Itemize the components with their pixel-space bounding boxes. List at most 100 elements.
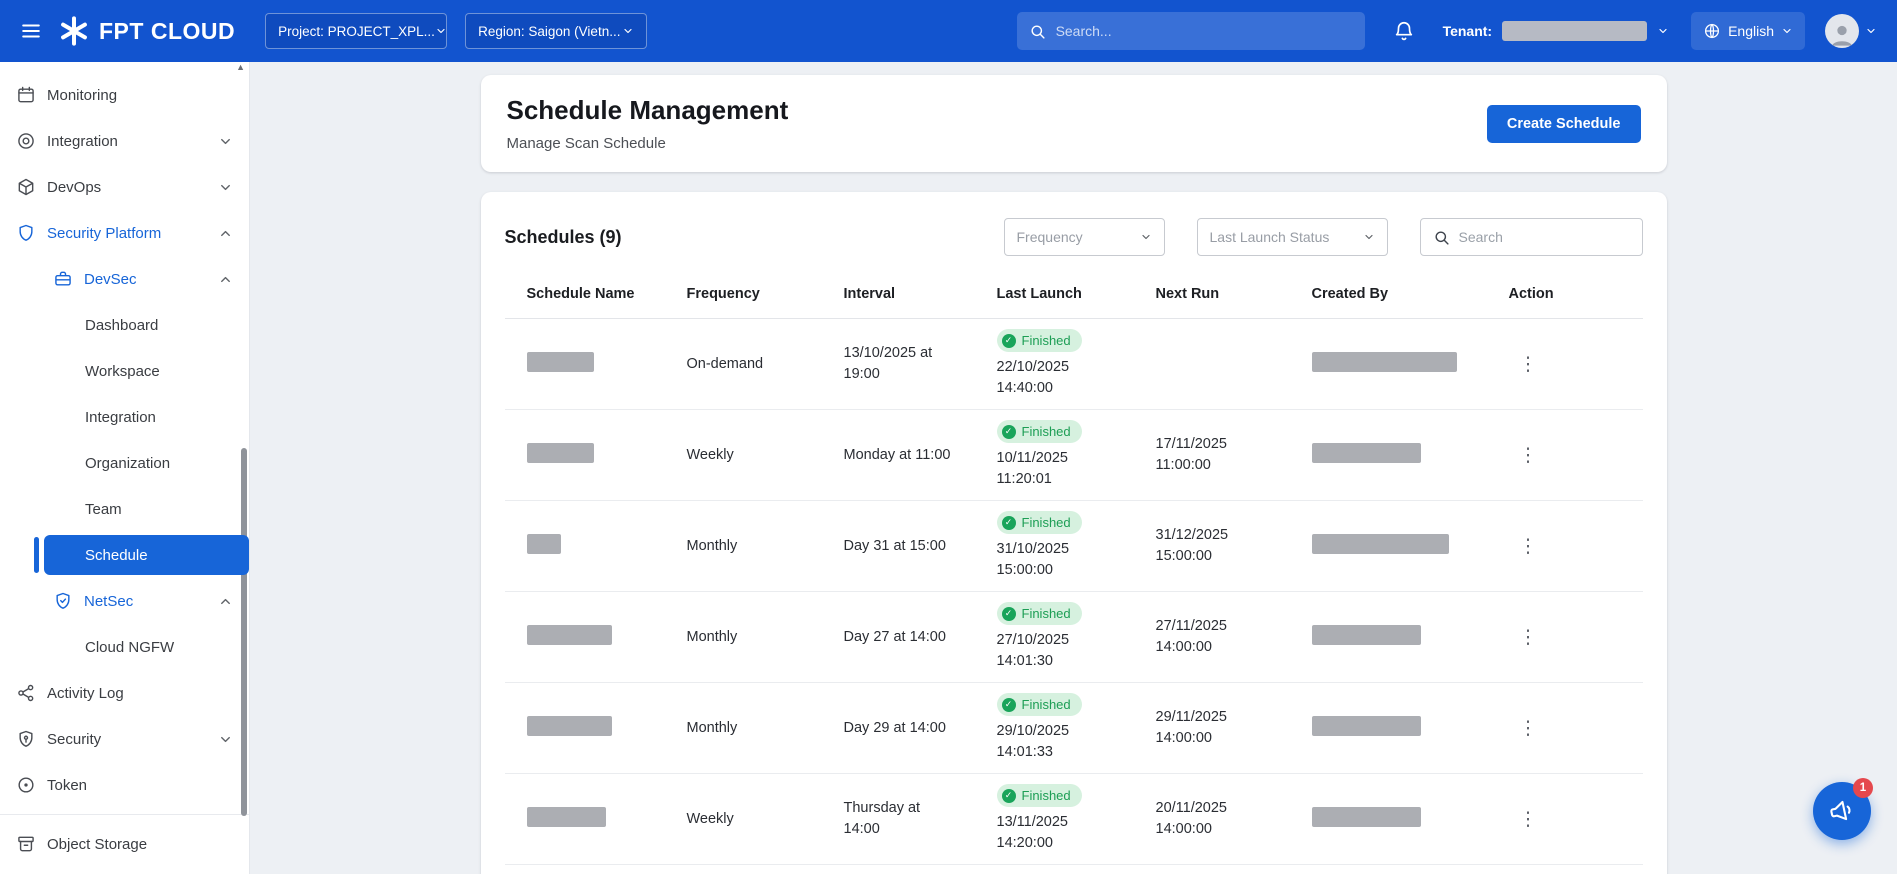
language-label: English	[1728, 23, 1774, 39]
schedules-count-title: Schedules (9)	[505, 227, 622, 248]
sidebar-item-label: Integration	[85, 409, 156, 426]
schedule-name-cell	[505, 625, 687, 649]
frequency-cell: Monthly	[687, 629, 844, 645]
user-menu[interactable]	[1825, 14, 1877, 48]
sidebar-item-token[interactable]: Token	[0, 762, 249, 808]
frequency-filter-select[interactable]: Frequency	[1004, 218, 1165, 256]
created-by-cell	[1312, 352, 1509, 376]
sidebar-item-organization[interactable]: Organization	[0, 440, 249, 486]
last-launch-datetime: 29/10/2025 14:01:33	[997, 721, 1097, 763]
announcements-fab[interactable]: 1	[1813, 782, 1871, 840]
project-selector[interactable]: Project: PROJECT_XPL...	[265, 13, 447, 49]
schedule-table-row: On-demand13/10/2025 at 19:00✓Finished22/…	[505, 319, 1643, 410]
sidebar-item-monitoring[interactable]: Monitoring	[0, 72, 249, 118]
row-actions-kebab-icon[interactable]: ⋮	[1509, 624, 1548, 651]
action-cell: ⋮	[1509, 806, 1643, 833]
interval-cell: Day 27 at 14:00	[844, 627, 997, 648]
status-badge-finished: ✓Finished	[997, 602, 1082, 625]
region-selector[interactable]: Region: Saigon (Vietn...	[465, 13, 647, 49]
action-cell: ⋮	[1509, 533, 1643, 560]
next-run-datetime: 31/12/2025 15:00:00	[1156, 525, 1256, 567]
last-launch-cell: ✓Finished 27/10/2025 14:01:30	[997, 592, 1156, 682]
table-search-input[interactable]	[1459, 229, 1630, 245]
schedule-name-redacted	[527, 716, 612, 736]
sidebar-scroll-up-icon[interactable]: ▲	[236, 62, 245, 72]
next-run-cell: 17/11/2025 11:00:00	[1156, 434, 1312, 476]
created-by-redacted	[1312, 443, 1421, 463]
chevron-down-icon	[1781, 25, 1793, 37]
row-actions-kebab-icon[interactable]: ⋮	[1509, 442, 1548, 469]
selected-indicator	[34, 537, 39, 573]
security-icon	[16, 729, 36, 749]
sidebar-item-label: Workspace	[85, 363, 160, 380]
chevron-down-icon	[218, 180, 233, 195]
schedule-name-redacted	[527, 534, 561, 554]
sidebar-item-security[interactable]: Security	[0, 716, 249, 762]
sidebar-item-devsec[interactable]: DevSec	[0, 256, 249, 302]
topbar: FPT CLOUD Project: PROJECT_XPL... Region…	[0, 0, 1897, 62]
sidebar-item-activity-log[interactable]: Activity Log	[0, 670, 249, 716]
sidebar-item-object-storage[interactable]: Object Storage	[0, 821, 249, 867]
next-run-cell: 31/12/2025 15:00:00	[1156, 525, 1312, 567]
sidebar-item-netsec[interactable]: NetSec	[0, 578, 249, 624]
check-circle-icon: ✓	[1002, 516, 1016, 530]
created-by-redacted	[1312, 625, 1421, 645]
megaphone-icon	[1828, 797, 1856, 825]
schedule-table-row: MonthlyDay 31 at 15:00✓Finished31/10/202…	[505, 501, 1643, 592]
last-launch-datetime: 27/10/2025 14:01:30	[997, 630, 1097, 672]
last-launch-status-filter-select[interactable]: Last Launch Status	[1197, 218, 1388, 256]
row-actions-kebab-icon[interactable]: ⋮	[1509, 351, 1548, 378]
sidebar-item-dashboard[interactable]: Dashboard	[0, 302, 249, 348]
globe-icon	[1703, 22, 1721, 40]
sidebar-item-integration[interactable]: Integration	[0, 118, 249, 164]
logo-text: FPT CLOUD	[99, 18, 235, 45]
schedule-table-row: WeeklyThursday at 14:00✓Finished13/11/20…	[505, 774, 1643, 865]
action-cell: ⋮	[1509, 351, 1643, 378]
avatar	[1825, 14, 1859, 48]
chevron-down-icon	[218, 732, 233, 747]
sidebar-item-integration[interactable]: Integration	[0, 394, 249, 440]
notifications-bell-icon[interactable]	[1393, 20, 1415, 42]
schedule-name-cell	[505, 807, 687, 831]
search-icon	[1433, 229, 1450, 246]
table-search[interactable]	[1420, 218, 1643, 256]
netsec-icon	[53, 591, 73, 611]
check-circle-icon: ✓	[1002, 789, 1016, 803]
sidebar-item-security-platform[interactable]: Security Platform	[0, 210, 249, 256]
schedule-name-redacted	[527, 807, 606, 827]
tenant-selector[interactable]: Tenant:	[1443, 21, 1670, 41]
search-icon	[1029, 23, 1046, 40]
schedule-name-redacted	[527, 443, 594, 463]
chevron-down-icon	[1865, 25, 1877, 37]
language-selector[interactable]: English	[1691, 12, 1805, 50]
column-header-next-run: Next Run	[1156, 286, 1312, 302]
check-circle-icon: ✓	[1002, 425, 1016, 439]
sidebar-item-workspace[interactable]: Workspace	[0, 348, 249, 394]
create-schedule-button[interactable]: Create Schedule	[1487, 105, 1641, 143]
security-platform-icon	[16, 223, 36, 243]
chevron-down-icon	[1363, 231, 1375, 243]
sidebar-nav: ▲ MonitoringIntegrationDevOpsSecurity Pl…	[0, 62, 250, 874]
schedule-name-cell	[505, 534, 687, 558]
sidebar-item-devops[interactable]: DevOps	[0, 164, 249, 210]
sidebar-item-label: Object Storage	[47, 836, 147, 853]
global-search[interactable]	[1017, 12, 1365, 50]
activity-log-icon	[16, 683, 36, 703]
table-body: On-demand13/10/2025 at 19:00✓Finished22/…	[505, 319, 1643, 874]
frequency-cell: Monthly	[687, 720, 844, 736]
sidebar-item-label: Token	[47, 777, 87, 794]
chevron-up-icon	[218, 226, 233, 241]
menu-hamburger-icon[interactable]	[20, 20, 42, 42]
row-actions-kebab-icon[interactable]: ⋮	[1509, 715, 1548, 742]
status-badge-finished: ✓Finished	[997, 420, 1082, 443]
sidebar-item-cloud-ngfw[interactable]: Cloud NGFW	[0, 624, 249, 670]
column-header-created-by: Created By	[1312, 286, 1509, 302]
sidebar-item-schedule[interactable]: Schedule	[0, 532, 249, 578]
created-by-cell	[1312, 625, 1509, 649]
global-search-input[interactable]	[1056, 23, 1353, 39]
sidebar-item-team[interactable]: Team	[0, 486, 249, 532]
row-actions-kebab-icon[interactable]: ⋮	[1509, 533, 1548, 560]
last-launch-cell: ✓Finished29/10/2025 14:01:33	[997, 683, 1156, 773]
check-circle-icon: ✓	[1002, 698, 1016, 712]
row-actions-kebab-icon[interactable]: ⋮	[1509, 806, 1548, 833]
